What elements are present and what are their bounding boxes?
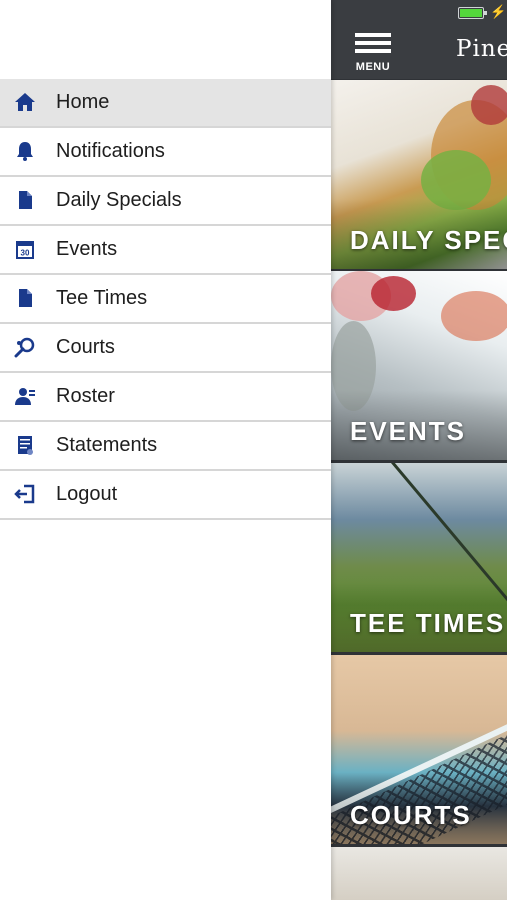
- nav-item-events[interactable]: 30 Events: [0, 226, 331, 275]
- tile-courts[interactable]: COURTS: [331, 655, 507, 844]
- nav-item-courts[interactable]: Courts: [0, 324, 331, 373]
- nav-item-label: Tee Times: [56, 287, 148, 309]
- tile-roster[interactable]: [331, 847, 507, 900]
- statement-icon: [18, 436, 33, 455]
- tile-daily-specials[interactable]: DAILY SPEC: [331, 80, 507, 269]
- calendar-icon: 30: [16, 241, 34, 259]
- nav-list: Home Notifications Daily Specials 30 Eve…: [0, 79, 331, 520]
- nav-item-label: Statements: [56, 434, 158, 456]
- tile-label: EVENTS: [350, 416, 467, 446]
- home-icon: [15, 93, 35, 111]
- nav-item-label: Home: [56, 91, 110, 113]
- nav-item-label: Daily Specials: [56, 189, 182, 211]
- calendar-day: 30: [21, 249, 30, 258]
- nav-item-label: Events: [56, 238, 118, 260]
- document-icon: [19, 191, 32, 209]
- tile-label: DAILY SPEC: [350, 225, 507, 255]
- tile-label: COURTS: [350, 800, 472, 830]
- person-icon: [15, 388, 35, 405]
- nav-item-label: Notifications: [56, 140, 165, 162]
- main-screen: ⚡ MENU Pine DAILY SPEC EVENTS TEE TIMES: [331, 0, 507, 900]
- charging-icon: ⚡: [490, 4, 507, 19]
- navigation-drawer: Home Notifications Daily Specials 30 Eve…: [0, 0, 331, 900]
- nav-item-tee-times[interactable]: Tee Times: [0, 275, 331, 324]
- nav-item-notifications[interactable]: Notifications: [0, 128, 331, 177]
- nav-item-label: Courts: [56, 336, 115, 358]
- nav-item-label: Logout: [56, 483, 118, 505]
- battery-icon: [458, 7, 487, 19]
- nav-item-home[interactable]: Home: [0, 79, 331, 128]
- nav-item-statements[interactable]: Statements: [0, 422, 331, 471]
- nav-item-daily-specials[interactable]: Daily Specials: [0, 177, 331, 226]
- app-header: ⚡ MENU Pine: [331, 0, 507, 79]
- menu-label: MENU: [355, 61, 391, 73]
- nav-item-roster[interactable]: Roster: [0, 373, 331, 422]
- tennis-racket-icon: [14, 337, 35, 358]
- status-bar: ⚡: [331, 0, 507, 26]
- logout-icon: [14, 484, 35, 504]
- bell-icon: [17, 142, 33, 161]
- tile-tee-times[interactable]: TEE TIMES: [331, 463, 507, 652]
- menu-button[interactable]: MENU: [352, 33, 394, 73]
- tile-label: TEE TIMES: [350, 608, 506, 638]
- tile-events[interactable]: EVENTS: [331, 271, 507, 460]
- nav-item-label: Roster: [56, 385, 115, 407]
- document-icon: [19, 289, 32, 307]
- nav-item-logout[interactable]: Logout: [0, 471, 331, 520]
- club-name: Pine: [456, 36, 507, 62]
